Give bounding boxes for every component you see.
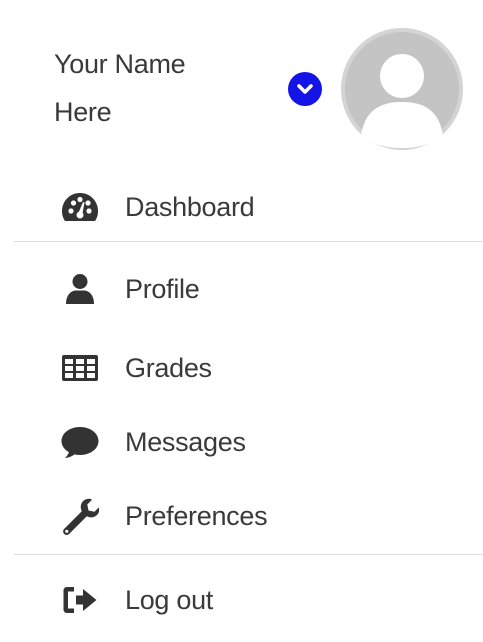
- menu-item-label: Grades: [125, 352, 212, 383]
- menu-item-grades[interactable]: Grades: [0, 338, 483, 398]
- menu-item-label: Messages: [125, 426, 246, 457]
- menu-item-label: Dashboard: [125, 191, 255, 222]
- comment-icon: [60, 422, 100, 462]
- menu-item-label: Preferences: [125, 500, 268, 531]
- menu-item-label: Log out: [125, 584, 213, 615]
- user-icon: [60, 269, 100, 309]
- chevron-down-icon: [297, 84, 313, 94]
- menu-item-logout[interactable]: Log out: [0, 570, 483, 630]
- user-avatar-icon: [341, 28, 463, 150]
- menu-item-messages[interactable]: Messages: [0, 412, 483, 472]
- divider: [14, 241, 483, 242]
- divider: [14, 554, 483, 555]
- user-name-line2: Here: [54, 97, 112, 127]
- menu-item-dashboard[interactable]: Dashboard: [0, 177, 483, 237]
- sign-out-icon: [60, 580, 100, 620]
- avatar[interactable]: [341, 28, 463, 150]
- user-name: Your Name Here: [54, 40, 264, 136]
- user-menu: Your Name Here Dashboard Profile Grades …: [0, 0, 483, 642]
- user-menu-toggle-button[interactable]: [288, 72, 322, 106]
- user-name-line1: Your Name: [54, 49, 186, 79]
- menu-item-profile[interactable]: Profile: [0, 259, 483, 319]
- menu-item-preferences[interactable]: Preferences: [0, 486, 483, 546]
- user-header: Your Name Here: [0, 0, 483, 165]
- dashboard-icon: [60, 187, 100, 227]
- menu-item-label: Profile: [125, 273, 200, 304]
- wrench-icon: [60, 496, 100, 536]
- table-icon: [60, 348, 100, 388]
